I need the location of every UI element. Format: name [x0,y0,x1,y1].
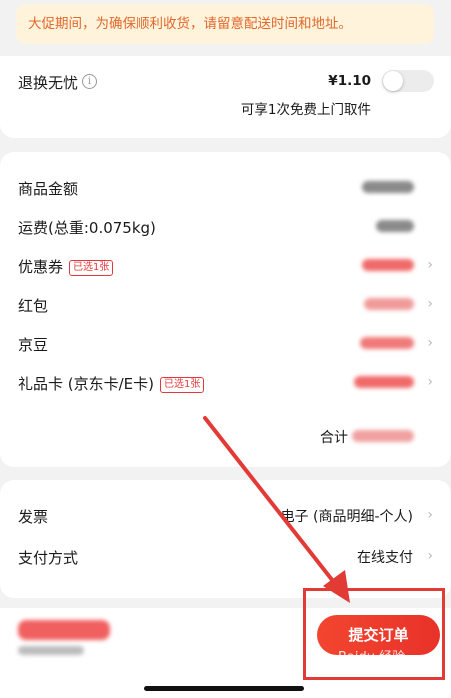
jingdou-value [360,337,414,349]
return-service-price: ¥1.10 [328,73,371,89]
red-packet-label: 红包 [18,297,49,315]
info-icon[interactable]: i [82,74,97,89]
jingdou-label: 京豆 [18,336,49,354]
highlight-box [303,588,445,680]
coupon-value [362,259,414,271]
payable-note [18,646,84,655]
payment-method-value: 在线支付 [357,550,413,566]
gift-card-label: 礼品卡 (京东卡/E卡) [18,375,155,393]
goods-amount-label: 商品金额 [18,180,79,198]
return-service-desc: 可享1次免费上门取件 [240,102,371,118]
gift-card-value [354,376,414,388]
invoice-label: 发票 [18,508,49,526]
red-packet-value [364,298,414,310]
shipping-fee-value [376,220,414,232]
shipping-fee-label: 运费(总重:0.075kg) [18,219,156,237]
delivery-notice: 大促期间，为确保顺利收货，请留意配送时间和地址。 [16,4,434,44]
toggle-knob [383,71,403,91]
return-service-toggle[interactable] [382,70,434,92]
chevron-right-icon: › [427,257,433,273]
goods-amount-value [362,181,414,193]
home-indicator [144,686,304,691]
gift-card-badge: 已选1张 [160,377,205,393]
chevron-right-icon: › [427,335,433,351]
total-value [352,430,414,442]
coupon-badge: 已选1张 [69,260,114,276]
return-service-label: 退换无忧 [18,74,79,92]
chevron-right-icon: › [427,296,433,312]
chevron-right-icon: › [427,374,433,390]
payment-card [0,480,451,598]
chevron-right-icon: › [427,548,433,564]
coupon-label: 优惠券 [18,258,64,276]
payable-amount [18,620,110,640]
return-service-card [0,56,451,138]
payment-method-label: 支付方式 [18,549,79,567]
invoice-value: 电子 (商品明细-个人) [280,509,413,525]
total-label: 合计 [320,430,348,446]
chevron-right-icon: › [427,507,433,523]
